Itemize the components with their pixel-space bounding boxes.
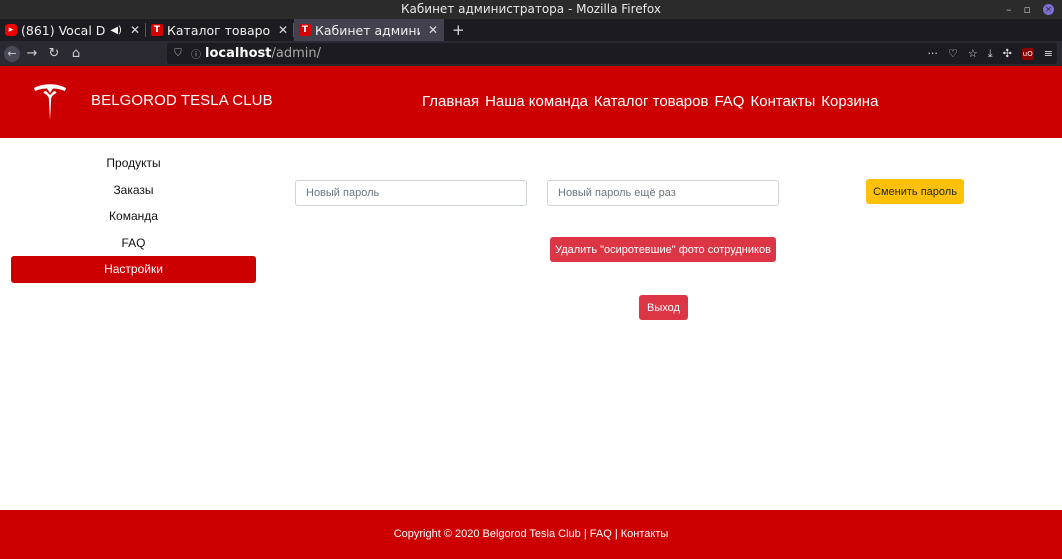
tab-title: Каталог товаров — [167, 22, 270, 38]
new-tab-button[interactable]: + — [444, 19, 473, 41]
close-tab-icon[interactable]: ✕ — [130, 23, 140, 37]
nav-link-cart[interactable]: Корзина — [821, 93, 878, 110]
menu-icon[interactable]: ≡ — [1044, 47, 1053, 60]
nav-link-home[interactable]: Главная — [422, 93, 479, 110]
back-arrow-icon[interactable]: ← — [4, 45, 20, 62]
tab-bar: ▸ (861) Vocal Dee ◀) ✕ T Каталог товаров… — [0, 19, 1062, 41]
site-footer: Copyright © 2020 Belgorod Tesla Club | F… — [0, 510, 1062, 559]
download-icon[interactable]: ⤓ — [988, 47, 993, 61]
ublock-icon[interactable]: uO — [1021, 47, 1034, 60]
site-header: BELGOROD TESLA CLUB Главная Наша команда… — [0, 66, 1062, 138]
extension-icon[interactable]: ✣ — [1003, 47, 1012, 60]
admin-sidebar: Продукты Заказы Команда FAQ Настройки — [11, 150, 256, 283]
info-icon[interactable]: ⓘ — [189, 46, 203, 61]
repeat-password-input[interactable] — [547, 180, 779, 206]
footer-separator: | — [580, 528, 590, 540]
nav-toolbar: ← → ↻ ⌂ ⛉ ⓘ localhost/admin/ ··· ♡ ☆ ⤓ ✣… — [0, 41, 1062, 66]
url-host: localhost — [205, 46, 272, 61]
pocket-icon[interactable]: ♡ — [948, 47, 958, 60]
sidebar-item-team[interactable]: Команда — [11, 203, 256, 230]
tab-title: Кабинет админис — [315, 22, 420, 38]
window-title: Кабинет администратора - Mozilla Firefox — [401, 2, 661, 16]
nav-link-faq[interactable]: FAQ — [714, 93, 744, 110]
youtube-icon: ▸ — [5, 24, 17, 36]
footer-separator: | — [611, 528, 621, 540]
footer-copyright: Copyright © 2020 Belgorod Tesla Club — [393, 528, 581, 540]
shield-icon[interactable]: ⛉ — [171, 48, 185, 59]
minimize-icon[interactable]: – — [1006, 0, 1012, 19]
tesla-icon: T — [299, 24, 311, 36]
footer-link-contacts[interactable]: Контакты — [621, 528, 669, 540]
url-path: /admin/ — [271, 46, 321, 61]
close-tab-icon[interactable]: ✕ — [428, 23, 438, 37]
tab-title: (861) Vocal Dee — [21, 22, 106, 38]
window-titlebar: Кабинет администратора - Mozilla Firefox… — [0, 0, 1062, 19]
new-password-input[interactable] — [295, 180, 527, 206]
tab-catalog[interactable]: T Каталог товаров ✕ — [146, 19, 294, 41]
nav-link-contacts[interactable]: Контакты — [750, 93, 815, 110]
window-controls: – ▫ ✕ — [1006, 0, 1054, 19]
sidebar-item-products[interactable]: Продукты — [11, 150, 256, 177]
url-tools: ··· ♡ ☆ ⤓ ✣ uO ≡ — [927, 43, 1053, 64]
bookmark-star-icon[interactable]: ☆ — [968, 47, 978, 60]
tesla-icon: T — [151, 24, 163, 36]
site-brand[interactable]: BELGOROD TESLA CLUB — [91, 92, 273, 109]
home-icon[interactable]: ⌂ — [68, 46, 84, 61]
speaker-icon[interactable]: ◀) — [110, 25, 122, 36]
url-bar[interactable]: ⛉ ⓘ localhost/admin/ ··· ♡ ☆ ⤓ ✣ uO ≡ — [167, 43, 1057, 64]
nav-link-team[interactable]: Наша команда — [485, 93, 588, 110]
maximize-icon[interactable]: ▫ — [1024, 0, 1031, 19]
sidebar-item-orders[interactable]: Заказы — [11, 177, 256, 204]
forward-arrow-icon[interactable]: → — [24, 46, 40, 61]
main-nav: Главная Наша команда Каталог товаров FAQ… — [422, 93, 878, 110]
close-window-icon[interactable]: ✕ — [1043, 4, 1054, 15]
change-password-button[interactable]: Сменить пароль — [866, 179, 964, 204]
tab-youtube[interactable]: ▸ (861) Vocal Dee ◀) ✕ — [0, 19, 146, 41]
sidebar-item-faq[interactable]: FAQ — [11, 230, 256, 257]
tab-admin[interactable]: T Кабинет админис ✕ — [294, 19, 444, 41]
close-tab-icon[interactable]: ✕ — [278, 23, 288, 37]
nav-link-catalog[interactable]: Каталог товаров — [594, 93, 709, 110]
reload-icon[interactable]: ↻ — [46, 46, 62, 61]
logout-button[interactable]: Выход — [639, 295, 688, 320]
sidebar-item-settings[interactable]: Настройки — [11, 256, 256, 283]
delete-orphan-photos-button[interactable]: Удалить "осиротевшие" фото сотрудников — [550, 237, 776, 262]
footer-link-faq[interactable]: FAQ — [590, 528, 612, 540]
page-actions-icon[interactable]: ··· — [927, 47, 938, 60]
tesla-logo-icon[interactable] — [33, 84, 67, 120]
